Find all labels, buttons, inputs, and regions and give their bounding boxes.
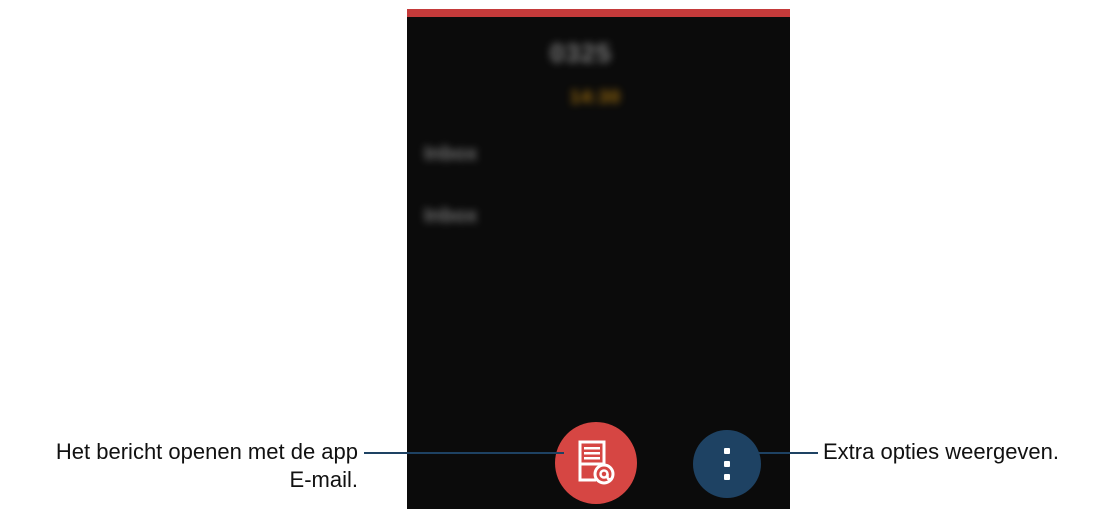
callout-email-label: Het bericht openen met de app E-mail.: [56, 438, 358, 494]
callout-more-label: Extra opties weergeven.: [823, 439, 1060, 464]
callout-line-more: [744, 452, 818, 454]
open-in-email-button[interactable]: [555, 422, 637, 504]
callout-email-line1: Het bericht openen met de app: [55, 439, 358, 464]
blurred-time: 14:30: [570, 87, 622, 107]
email-app-icon: [578, 440, 615, 485]
watch-screen: 0325 14:30 Inbox Inbox: [407, 9, 790, 509]
callout-email-line2: E-mail.: [289, 467, 358, 492]
blurred-row: Inbox: [424, 143, 478, 165]
accent-bar: [407, 9, 790, 17]
blurred-title: 0325: [550, 38, 612, 68]
callout-line-email: [364, 452, 564, 454]
more-options-button[interactable]: [693, 430, 761, 498]
blurred-row: Inbox: [424, 205, 478, 227]
more-options-icon: [724, 448, 730, 480]
